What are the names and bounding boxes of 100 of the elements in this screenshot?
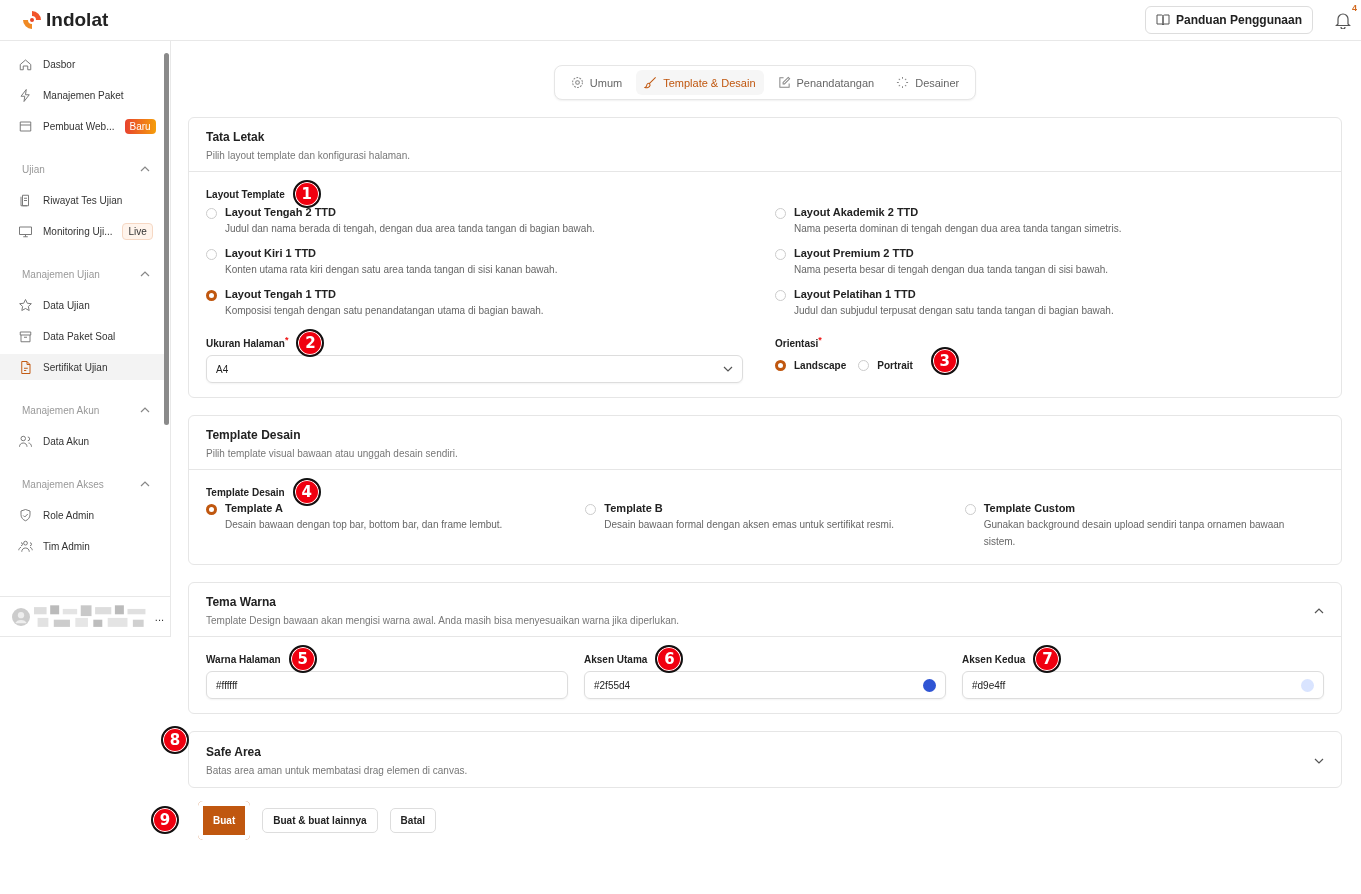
option-label: Template B: [604, 502, 664, 514]
sidebar-item[interactable]: Manajemen Paket: [0, 82, 164, 108]
step-marker: 7: [1033, 645, 1062, 673]
radio-button[interactable]: [775, 208, 786, 219]
section-title: Safe Area: [206, 745, 262, 759]
status-badge: Baru: [124, 118, 156, 134]
chevron-icon[interactable]: [1314, 757, 1324, 764]
menu-icon: [18, 56, 33, 72]
menu-icon: [18, 433, 33, 449]
menu-icon: [18, 118, 33, 134]
required-mark: *: [284, 335, 289, 345]
chevron-icon[interactable]: [139, 407, 150, 413]
brush-icon: [644, 76, 658, 89]
option-description: Nama peserta besar di tengah dengan dua tanda tangan di sisi bawah.: [794, 263, 1109, 277]
option-description: Konten utama rata kiri dengan satu area tanda tangan di sisi kanan bawah.: [225, 263, 558, 277]
tab[interactable]: Desainer: [888, 70, 968, 95]
option-description: Komposisi tengah dengan satu penandatangan utama di bagian bawah.: [225, 304, 544, 318]
group-heading: Manajemen Akses: [22, 478, 104, 490]
section-title: Tema Warna: [206, 595, 278, 609]
option-description: Desain bawaan formal dengan aksen emas untuk sertifikat resmi.: [604, 518, 894, 532]
notification-count: 4: [1352, 2, 1357, 13]
option-label: Layout Premium 2 TTD: [794, 247, 915, 259]
chevron-down-icon: [723, 366, 733, 372]
radio-button[interactable]: [775, 290, 786, 301]
radio-button[interactable]: [775, 249, 786, 260]
sidebar-item[interactable]: Dasbor: [0, 51, 164, 77]
option-description: Gunakan background desain upload sendiri tanpa ornamen bawaan sistem.: [983, 518, 1286, 549]
book-icon: [1156, 14, 1170, 26]
field-label: Layout Template: [206, 188, 285, 200]
logo-text: Indolat: [46, 9, 109, 31]
radio-button[interactable]: [775, 359, 786, 371]
step-marker: 5: [288, 645, 317, 673]
option-description: Judul dan nama berada di tengah, dengan dua area tanda tangan di bagian bawah.: [225, 222, 595, 236]
option-label: Portrait: [877, 359, 913, 371]
tab[interactable]: Penandatangan: [769, 70, 883, 95]
color-input[interactable]: #ffffff: [206, 671, 568, 699]
radio-button[interactable]: [585, 504, 597, 515]
sidebar-item[interactable]: Pembuat Web... Baru: [0, 113, 164, 139]
tab[interactable]: Umum: [562, 70, 631, 95]
status-badge: Live: [122, 222, 153, 240]
radio-button[interactable]: [206, 249, 217, 260]
avatar-icon: [12, 606, 30, 627]
field-label: Orientasi: [775, 337, 819, 349]
sidebar-item[interactable]: Tim Admin: [0, 533, 164, 559]
sparkle-icon: [896, 76, 910, 89]
page-size-select[interactable]: A4: [206, 355, 743, 383]
action-button[interactable]: Buat & buat lainnya: [262, 808, 378, 833]
action-button[interactable]: Batal: [389, 808, 437, 833]
option-label: Layout Tengah 1 TTD: [225, 288, 338, 300]
option-label: Layout Kiri 1 TTD: [225, 247, 318, 259]
sidebar-item[interactable]: Data Akun: [0, 428, 164, 454]
step-marker: 9: [151, 806, 179, 834]
color-input[interactable]: #d9e4ff: [962, 671, 1324, 699]
sidebar-item[interactable]: Data Ujian: [0, 292, 164, 318]
group-heading: Manajemen Akun: [22, 404, 100, 416]
section-subtitle: Pilih template visual bawaan atau unggah desain sendiri.: [206, 448, 459, 459]
sidebar-item[interactable]: Sertifikat Ujian: [0, 354, 164, 380]
step-marker: 8: [161, 726, 189, 754]
logo-icon: [22, 10, 42, 30]
step-marker: 2: [296, 329, 325, 357]
pencil-icon: [777, 76, 791, 89]
menu-icon: [18, 223, 33, 239]
section-subtitle: Pilih layout template dan konfigurasi halaman.: [206, 150, 411, 161]
bell-icon[interactable]: [1335, 11, 1351, 29]
required-mark: *: [818, 335, 822, 345]
chevron-icon[interactable]: [139, 271, 150, 277]
section-title: Tata Letak: [206, 130, 266, 144]
step-marker: 4: [292, 478, 321, 506]
step-marker: 3: [930, 347, 959, 375]
sidebar-item[interactable]: Riwayat Tes Ujian: [0, 187, 164, 213]
guide-button[interactable]: Panduan Penggunaan: [1145, 6, 1313, 34]
option-label: Layout Tengah 2 TTD: [225, 206, 338, 218]
radio-button[interactable]: [206, 208, 217, 219]
color-input[interactable]: #2f55d4: [584, 671, 946, 699]
menu-icon: [18, 87, 33, 103]
section-title: Template Desain: [206, 428, 302, 442]
group-heading: Ujian: [22, 163, 45, 175]
create-button[interactable]: Buat: [198, 801, 251, 840]
radio-button[interactable]: [964, 504, 976, 515]
radio-button[interactable]: [206, 504, 217, 515]
more-menu[interactable]: ...: [154, 610, 164, 623]
radio-button[interactable]: [858, 359, 870, 371]
step-marker: 6: [655, 645, 684, 673]
radio-button[interactable]: [206, 290, 217, 301]
chevron-icon[interactable]: [1314, 607, 1324, 614]
option-description: Desain bawaan dengan top bar, bottom bar, dan frame lembut.: [225, 518, 503, 532]
step-marker: 1: [292, 180, 321, 208]
menu-icon: [18, 507, 33, 523]
chevron-icon[interactable]: [139, 481, 150, 487]
chevron-icon[interactable]: [139, 166, 150, 172]
option-label: Layout Pelatihan 1 TTD: [794, 288, 917, 300]
tab[interactable]: Template & Desain: [636, 70, 764, 95]
menu-icon: [18, 538, 33, 554]
field-label: Warna Halaman: [206, 653, 281, 665]
sidebar-item[interactable]: Role Admin: [0, 502, 164, 528]
option-label: Layout Akademik 2 TTD: [794, 206, 920, 218]
sidebar-item[interactable]: Monitoring Uji... Live: [0, 218, 164, 244]
sidebar-item[interactable]: Data Paket Soal: [0, 323, 164, 349]
menu-icon: [18, 297, 33, 313]
option-description: Judul dan subjudul terpusat dengan satu tanda tangan di bagian bawah.: [794, 304, 1114, 318]
